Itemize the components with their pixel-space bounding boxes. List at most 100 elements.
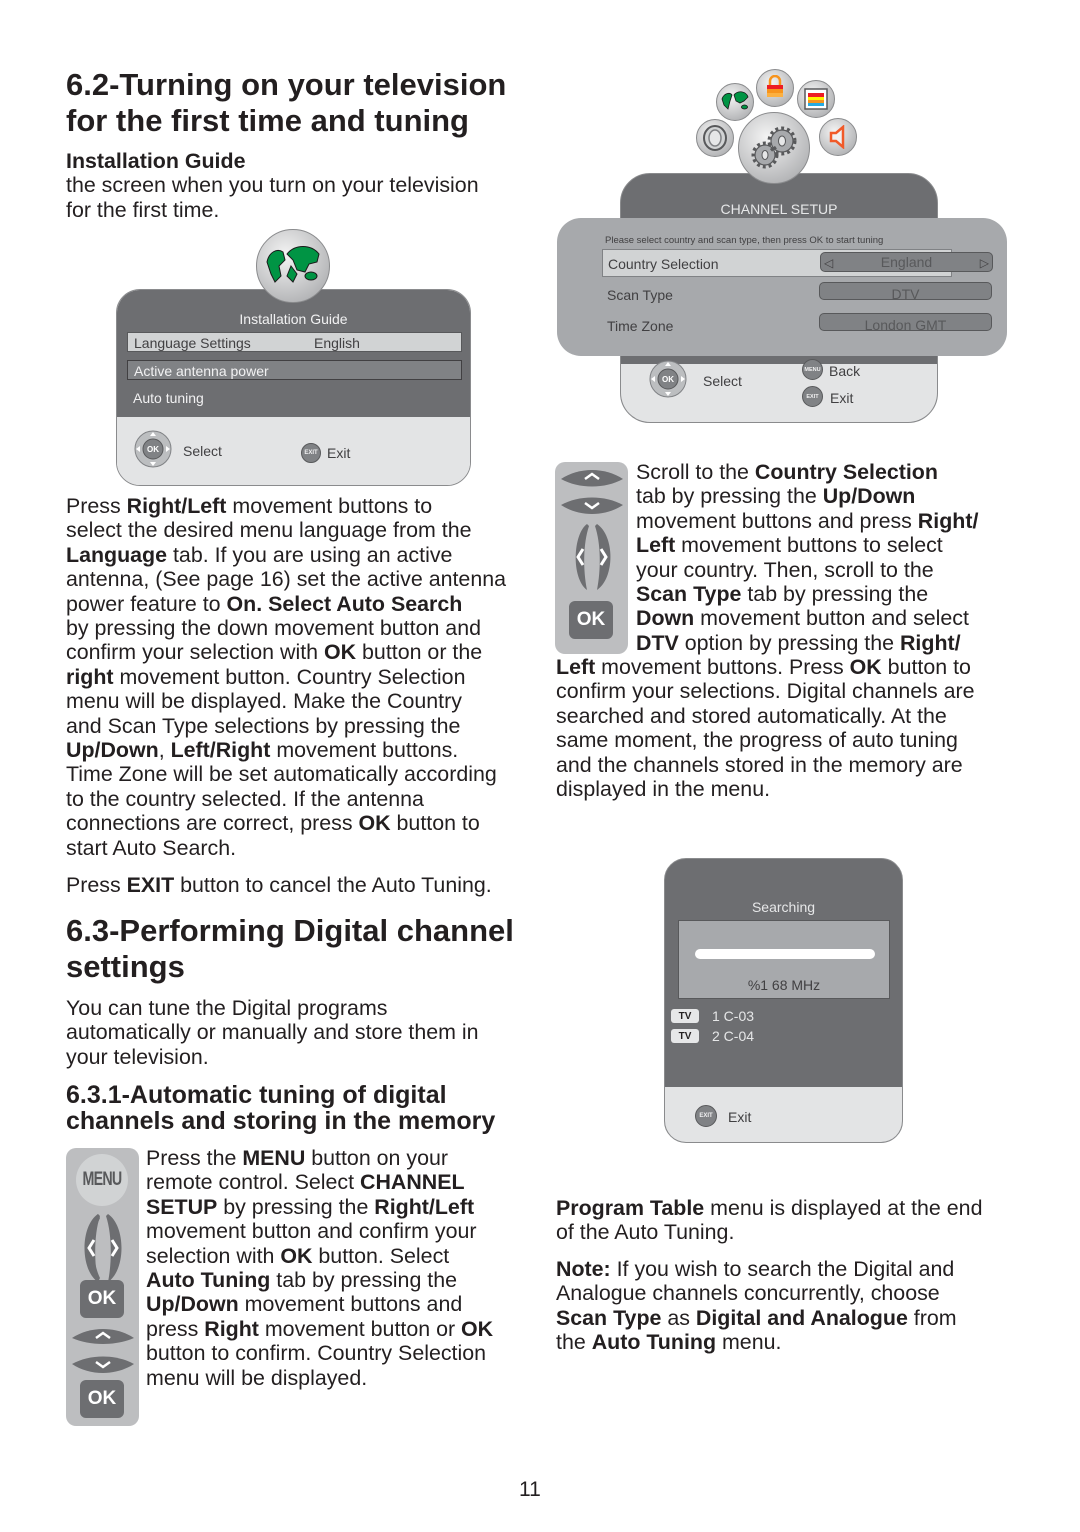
bold-term: Installation Guide <box>66 149 246 173</box>
text-line: Left movement buttons to select <box>636 533 1026 557</box>
menu-footer: OK Select EXIT Exit <box>117 417 470 485</box>
bold-term: Down <box>636 606 695 631</box>
lock-icon <box>756 69 794 107</box>
title-line: for the first time and tuning <box>66 103 469 138</box>
bold-term: Right/Left <box>374 1194 475 1219</box>
country-selector[interactable]: ◁ England ▷ <box>820 252 993 272</box>
row-label: Auto tuning <box>133 390 204 406</box>
menu-row-language-settings[interactable]: Language Settings English <box>127 332 462 352</box>
text: Time Zone will be set automatically acco… <box>66 762 497 787</box>
text-line: Scan Type as Digital and Analogue from <box>556 1306 1026 1330</box>
text-line: Program Table menu is displayed at the e… <box>556 1196 1026 1220</box>
text: movement buttons. <box>270 738 459 763</box>
title-line: 6.3-Performing Digital channel <box>66 913 514 948</box>
text-line: remote control. Select CHANNEL <box>146 1170 536 1194</box>
svg-text:OK: OK <box>662 375 674 384</box>
title-line: channels and storing in the memory <box>66 1107 496 1135</box>
text: and the channels stored in the memory ar… <box>556 752 963 777</box>
bold-term: EXIT <box>126 873 175 897</box>
channel-setup-settings: Please select country and scan type, the… <box>557 218 1007 356</box>
text-line: for the first time. <box>66 198 536 222</box>
section-6-3-intro: You can tune the Digital programs automa… <box>66 996 479 1069</box>
menu-body: Installation Guide Language Settings Eng… <box>117 290 470 417</box>
text: the <box>556 1330 592 1355</box>
bold-term: Scan Type <box>556 1305 662 1330</box>
setting-row-country-selection[interactable]: Country Selection ◁ England ▷ <box>602 249 993 277</box>
text: start Auto Search. <box>66 835 237 860</box>
text: the screen when you turn on your televis… <box>66 173 479 198</box>
bold-term: Up/Down <box>822 484 916 509</box>
text-line: selection with OK button. Select <box>146 1244 536 1268</box>
text-line: your country. Then, scroll to the <box>636 558 1026 582</box>
menu-footer: OK Select MENU Back EXIT Exit <box>621 359 937 422</box>
channel-setup-gears-icon <box>738 112 810 184</box>
text: movement button or <box>258 1316 462 1341</box>
up-down-buttons-icon <box>561 470 623 514</box>
text: connections are correct, press <box>66 811 359 836</box>
text: press <box>146 1316 205 1341</box>
left-right-buttons-icon <box>575 524 611 590</box>
text: by pressing the down movement button and <box>66 616 481 641</box>
text: as <box>661 1305 696 1330</box>
text-line: by pressing the down movement button and <box>66 616 536 640</box>
text: movement button and confirm your <box>146 1219 477 1244</box>
text-line: antenna, (See page 16) set the active an… <box>66 567 536 591</box>
left-right-buttons-icon <box>84 1214 122 1282</box>
menu-title: CHANNEL SETUP <box>720 201 838 217</box>
text-line: displayed in the menu. <box>556 777 1026 801</box>
menu-row-active-antenna-power[interactable]: Active antenna power <box>127 360 462 380</box>
text-line: Installation Guide <box>66 149 536 173</box>
main-menu-icons <box>690 66 865 186</box>
text-line: connections are correct, press OK button… <box>66 811 536 835</box>
text: remote control. Select <box>146 1170 361 1195</box>
text: Press <box>66 494 127 518</box>
text-line: the Auto Tuning menu. <box>556 1330 1026 1354</box>
text-line: Note: If you wish to search the Digital … <box>556 1257 1026 1281</box>
text: menu is displayed at the end <box>704 1196 983 1220</box>
section-6-3-1-title: 6.3.1-Automatic tuning of digital channe… <box>66 1082 495 1134</box>
bold-term: OK <box>461 1316 494 1341</box>
exit-hint: Exit <box>728 1109 752 1125</box>
text: , <box>158 738 171 763</box>
row-value[interactable]: DTV <box>819 282 992 300</box>
text: Scroll to the <box>636 460 755 484</box>
bold-term: Right/ <box>917 508 979 533</box>
bold-term: DTV <box>636 630 679 655</box>
text-line: start Auto Search. <box>66 836 536 860</box>
bold-term: Left/Right <box>170 738 271 763</box>
text-line: button to confirm. Country Selection <box>146 1341 536 1365</box>
text-line: right movement button. Country Selection <box>66 665 536 689</box>
row-label: Country Selection <box>608 256 719 272</box>
text: button to cancel the Auto Tuning. <box>174 873 492 897</box>
text: option by pressing the <box>678 630 900 655</box>
text-line: of the Auto Tuning. <box>556 1220 1026 1244</box>
text: movement button. Country Selection <box>113 664 466 689</box>
menu-title: Installation Guide <box>239 311 348 327</box>
section-6-2-title: 6.2-Turning on your television for the f… <box>66 67 506 139</box>
bold-term: Up/Down <box>66 738 159 763</box>
text: confirm your selection with <box>66 640 324 665</box>
bold-term: Note: <box>556 1257 611 1281</box>
text-line: Analogue channels concurrently, choose <box>556 1281 1026 1305</box>
text: menu. <box>716 1330 782 1355</box>
progress-fill <box>695 949 875 959</box>
tv-badge: TV <box>671 1029 699 1043</box>
arrow-left-icon[interactable]: ◁ <box>824 254 833 272</box>
bold-term: Scan Type <box>636 582 742 607</box>
section-6-2-body: Press Right/Left movement buttons to sele… <box>66 494 536 860</box>
navigation-pad-icon: OK <box>134 430 172 468</box>
section-6-3-1-body: Press the MENU button on your remote cont… <box>146 1146 536 1390</box>
sound-icon <box>819 118 857 156</box>
arrow-right-icon[interactable]: ▷ <box>980 254 989 272</box>
menu-row-auto-tuning[interactable]: Auto tuning <box>127 388 462 408</box>
setting-row-time-zone[interactable]: Time Zone London GMT <box>602 312 992 340</box>
text-line: select the desired menu language from th… <box>66 518 536 542</box>
bold-term: OK <box>280 1243 313 1268</box>
title-line: settings <box>66 949 185 984</box>
bold-term: MENU <box>242 1146 306 1170</box>
exit-button-icon: EXIT <box>695 1105 717 1127</box>
row-value[interactable]: London GMT <box>819 313 992 331</box>
setting-row-scan-type[interactable]: Scan Type DTV <box>602 281 992 309</box>
text: of the Auto Tuning. <box>556 1220 735 1245</box>
channel-list-item: TV 1 C-03 <box>671 1008 754 1024</box>
